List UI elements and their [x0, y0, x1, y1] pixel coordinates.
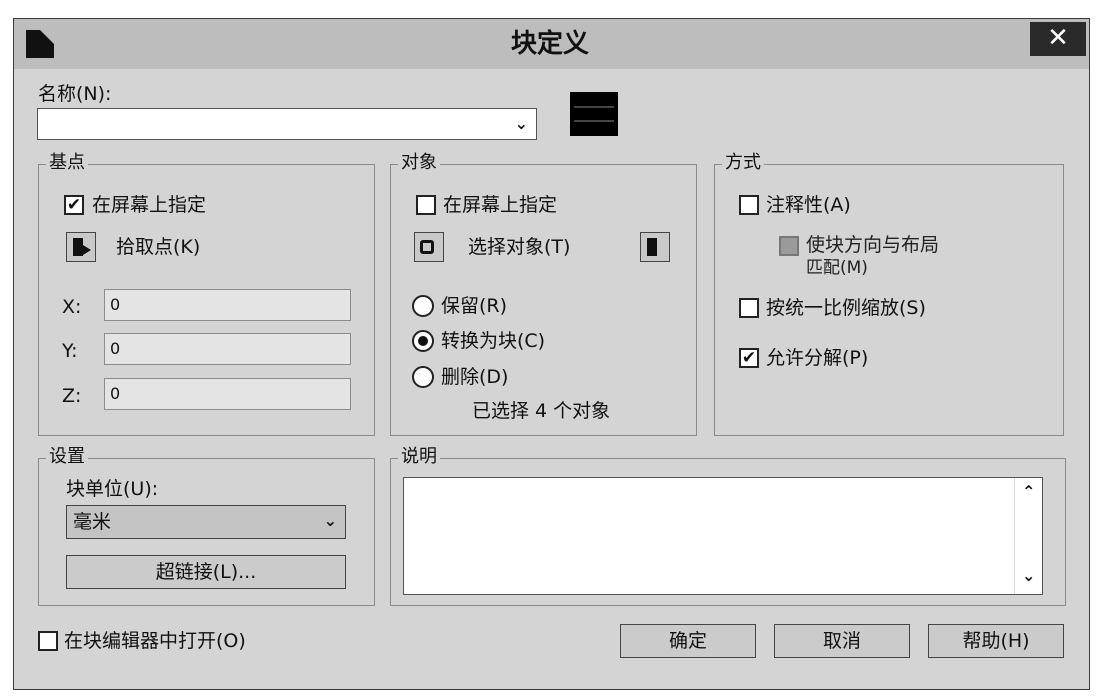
x-label: X:	[62, 296, 82, 318]
hyperlink-button[interactable]: 超链接(L)...	[66, 555, 346, 589]
checkmark-icon: ✔	[741, 348, 757, 368]
scale-uniformly-checkbox[interactable]	[739, 298, 759, 318]
app-icon	[26, 30, 54, 58]
base-point-legend: 基点	[46, 152, 88, 174]
description-legend: 说明	[398, 446, 440, 468]
select-objects-button[interactable]	[414, 232, 444, 262]
quick-select-button[interactable]	[640, 232, 670, 262]
delete-label: 删除(D)	[441, 366, 509, 388]
block-unit-select[interactable]: 毫米 ⌄	[66, 505, 346, 539]
annotative-checkbox[interactable]	[739, 195, 759, 215]
settings-legend: 设置	[46, 446, 88, 468]
cursor-arrow-icon	[83, 245, 91, 255]
behavior-legend: 方式	[722, 152, 764, 174]
y-field[interactable]: 0	[104, 333, 351, 365]
z-field[interactable]: 0	[104, 378, 351, 410]
ok-button[interactable]: 确定	[620, 624, 756, 658]
pick-point-label: 拾取点(K)	[116, 236, 201, 258]
pick-point-button[interactable]	[66, 232, 96, 262]
objects-specify-checkbox[interactable]	[416, 195, 436, 215]
delete-radio[interactable]	[412, 366, 434, 388]
base-specify-checkbox[interactable]: ✔	[64, 195, 84, 215]
chevron-down-icon: ⌄	[514, 114, 528, 133]
x-field[interactable]: 0	[104, 289, 351, 321]
retain-label: 保留(R)	[441, 295, 508, 317]
checkmark-icon: ✔	[66, 195, 82, 215]
z-label: Z:	[62, 385, 82, 407]
select-objects-icon	[420, 240, 434, 254]
block-unit-value: 毫米	[73, 511, 112, 533]
chevron-down-icon[interactable]: ⌄	[1022, 566, 1035, 585]
convert-radio[interactable]	[412, 330, 434, 352]
base-specify-label: 在屏幕上指定	[92, 194, 207, 216]
cancel-button[interactable]: 取消	[774, 624, 910, 658]
select-objects-label: 选择对象(T)	[468, 236, 571, 258]
description-textarea[interactable]: ⌃ ⌄	[403, 477, 1043, 595]
allow-exploding-label: 允许分解(P)	[766, 347, 869, 369]
help-button[interactable]: 帮助(H)	[928, 624, 1064, 658]
selected-count-text: 已选择 4 个对象	[472, 400, 611, 422]
name-label: 名称(N):	[38, 83, 112, 105]
name-combobox[interactable]: ⌄	[37, 108, 537, 140]
convert-label: 转换为块(C)	[441, 330, 546, 352]
match-orientation-label-line2: 匹配(M)	[806, 258, 868, 278]
y-label: Y:	[62, 340, 78, 362]
block-unit-label: 块单位(U):	[66, 478, 159, 500]
match-orientation-checkbox[interactable]	[779, 236, 799, 256]
preview-lines	[574, 106, 614, 122]
quick-select-icon	[647, 238, 657, 256]
annotative-label: 注释性(A)	[766, 194, 851, 216]
match-orientation-label-line1: 使块方向与布局	[806, 234, 940, 256]
close-button[interactable]: ✕	[1030, 22, 1086, 56]
pick-point-icon	[73, 238, 83, 256]
close-icon: ✕	[1047, 23, 1069, 53]
objects-legend: 对象	[398, 152, 440, 174]
chevron-down-icon: ⌄	[323, 511, 337, 530]
description-scrollbar[interactable]: ⌃ ⌄	[1014, 478, 1042, 594]
scale-uniformly-label: 按统一比例缩放(S)	[766, 297, 926, 319]
dialog-title: 块定义	[510, 29, 589, 59]
retain-radio[interactable]	[412, 295, 434, 317]
allow-exploding-checkbox[interactable]: ✔	[739, 348, 759, 368]
open-in-editor-label: 在块编辑器中打开(O)	[64, 630, 246, 652]
objects-specify-label: 在屏幕上指定	[443, 194, 558, 216]
block-preview	[570, 92, 618, 136]
open-in-editor-checkbox[interactable]	[38, 631, 58, 651]
chevron-up-icon[interactable]: ⌃	[1022, 482, 1035, 501]
